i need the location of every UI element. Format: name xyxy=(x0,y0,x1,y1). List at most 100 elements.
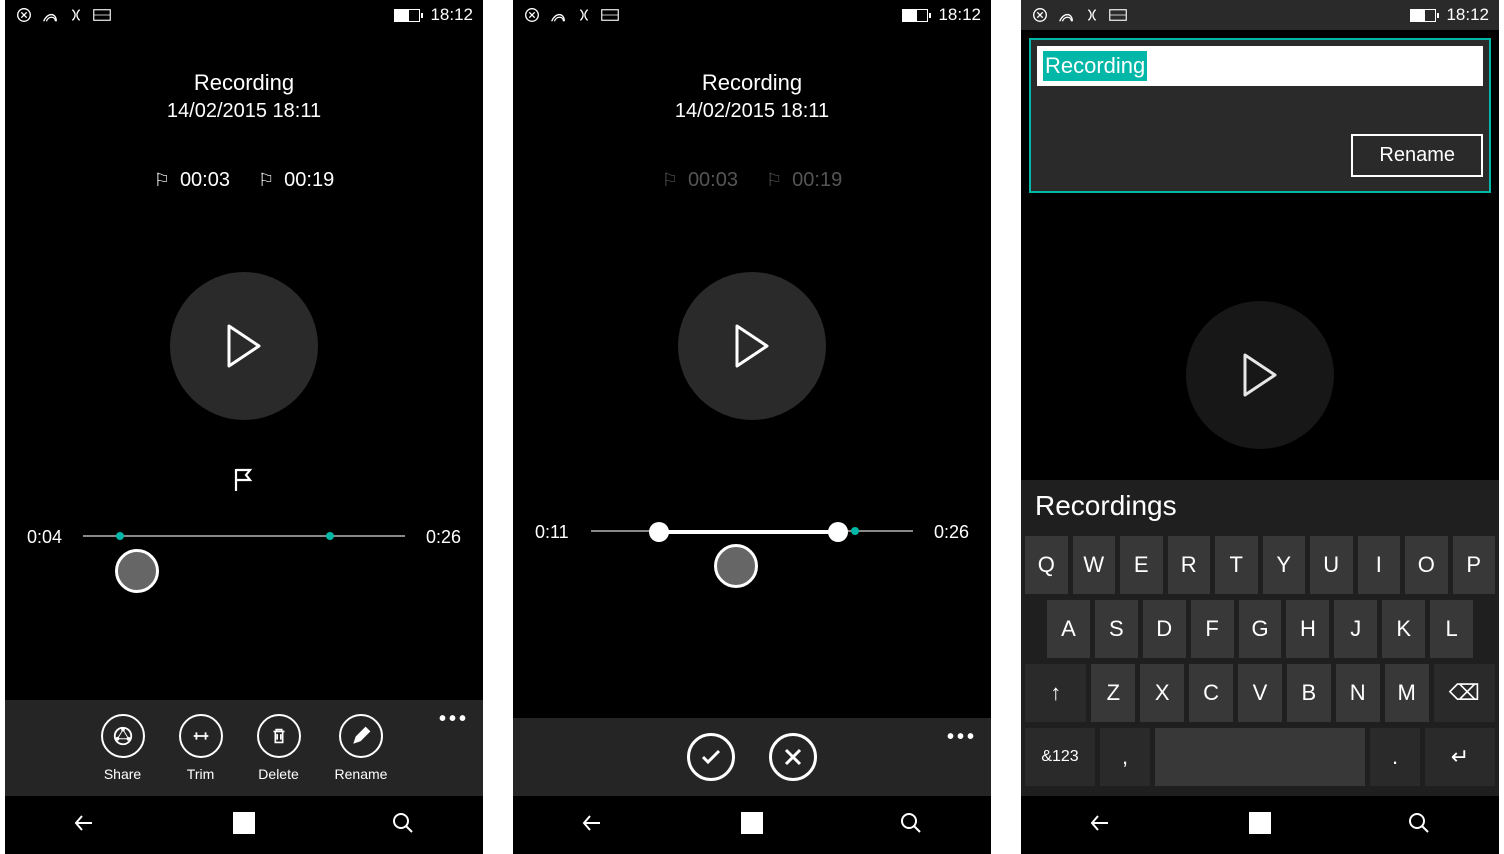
start-button[interactable] xyxy=(739,810,765,841)
key-w[interactable]: W xyxy=(1073,536,1116,594)
flag-item[interactable]: ⚐ 00:19 xyxy=(258,169,334,192)
key-f[interactable]: F xyxy=(1191,600,1234,658)
key-i[interactable]: I xyxy=(1358,536,1401,594)
flag-item: ⚐ 00:19 xyxy=(766,169,842,192)
trim-app-bar: ••• xyxy=(513,718,991,796)
battery-icon xyxy=(394,9,420,22)
nfc-icon xyxy=(575,6,593,24)
recording-header: Recording 14/02/2015 18:11 xyxy=(5,30,483,123)
key-l[interactable]: L xyxy=(1430,600,1473,658)
add-flag-button[interactable] xyxy=(5,466,483,499)
key-enter[interactable]: ↵ xyxy=(1425,728,1495,786)
current-time: 0:04 xyxy=(27,527,75,548)
key-backspace[interactable]: ⌫ xyxy=(1434,664,1495,722)
key-e[interactable]: E xyxy=(1120,536,1163,594)
search-button[interactable] xyxy=(1406,810,1432,841)
key-k[interactable]: K xyxy=(1382,600,1425,658)
key-p[interactable]: P xyxy=(1453,536,1496,594)
key-q[interactable]: Q xyxy=(1025,536,1068,594)
flag-time: 00:03 xyxy=(180,169,230,192)
key-d[interactable]: D xyxy=(1143,600,1186,658)
nfc-icon xyxy=(67,6,85,24)
rename-confirm-button[interactable]: Rename xyxy=(1351,134,1483,177)
flag-markers-dimmed: ⚐ 00:03 ⚐ 00:19 xyxy=(513,169,991,192)
total-time: 0:26 xyxy=(413,527,461,548)
key-j[interactable]: J xyxy=(1334,600,1377,658)
search-button[interactable] xyxy=(898,810,924,841)
rename-dialog: Recording Rename xyxy=(1029,38,1491,193)
key-g[interactable]: G xyxy=(1239,600,1282,658)
recording-date: 14/02/2015 18:11 xyxy=(513,100,991,123)
key-comma[interactable]: , xyxy=(1100,728,1150,786)
flag-icon: ⚐ xyxy=(258,170,274,191)
key-u[interactable]: U xyxy=(1310,536,1353,594)
timeline: 0:04 0:26 xyxy=(5,527,483,579)
rename-input[interactable]: Recording xyxy=(1037,46,1483,86)
key-a[interactable]: A xyxy=(1047,600,1090,658)
search-button[interactable] xyxy=(390,810,416,841)
key-o[interactable]: O xyxy=(1405,536,1448,594)
play-button[interactable] xyxy=(678,272,826,420)
trim-button[interactable]: Trim xyxy=(179,714,223,782)
keyboard-status-icon xyxy=(601,6,619,24)
key-x[interactable]: X xyxy=(1140,664,1184,722)
more-button[interactable]: ••• xyxy=(439,708,469,731)
track-slider[interactable] xyxy=(75,527,413,579)
key-t[interactable]: T xyxy=(1215,536,1258,594)
share-label: Share xyxy=(104,766,141,782)
key-b[interactable]: B xyxy=(1287,664,1331,722)
flag-icon: ⚐ xyxy=(154,170,170,191)
signal-icon xyxy=(41,6,59,24)
key-numbers[interactable]: &123 xyxy=(1025,728,1095,786)
trim-start-handle[interactable] xyxy=(649,522,669,542)
key-v[interactable]: V xyxy=(1238,664,1282,722)
trim-label: Trim xyxy=(187,766,214,782)
share-button[interactable]: Share xyxy=(101,714,145,782)
back-button[interactable] xyxy=(1088,810,1114,841)
playhead-handle[interactable] xyxy=(115,549,159,593)
current-time: 0:11 xyxy=(535,522,583,543)
key-z[interactable]: Z xyxy=(1091,664,1135,722)
back-button[interactable] xyxy=(72,810,98,841)
recording-date: 14/02/2015 18:11 xyxy=(5,100,483,123)
key-h[interactable]: H xyxy=(1286,600,1329,658)
track-marker xyxy=(116,532,124,540)
keyboard-status-icon xyxy=(93,6,111,24)
rename-button[interactable]: Rename xyxy=(335,714,388,782)
start-button[interactable] xyxy=(1247,810,1273,841)
key-period[interactable]: . xyxy=(1370,728,1420,786)
key-s[interactable]: S xyxy=(1095,600,1138,658)
flag-icon: ⚐ xyxy=(662,170,678,191)
recording-title: Recording xyxy=(513,70,991,96)
confirm-trim-button[interactable] xyxy=(687,733,735,781)
status-time: 18:12 xyxy=(1446,5,1489,25)
flag-item[interactable]: ⚐ 00:03 xyxy=(154,169,230,192)
recording-title: Recording xyxy=(5,70,483,96)
suggestion-bar[interactable]: Recordings xyxy=(1021,480,1499,532)
vibrate-icon xyxy=(15,6,33,24)
vibrate-icon xyxy=(1031,6,1049,24)
trim-slider[interactable] xyxy=(583,522,921,574)
screen-playback: 18:12 Recording 14/02/2015 18:11 ⚐ 00:03… xyxy=(5,0,483,854)
screen-trim: 18:12 Recording 14/02/2015 18:11 ⚐ 00:03… xyxy=(513,0,991,854)
more-button[interactable]: ••• xyxy=(947,726,977,749)
key-n[interactable]: N xyxy=(1336,664,1380,722)
playhead-handle[interactable] xyxy=(714,544,758,588)
key-y[interactable]: Y xyxy=(1263,536,1306,594)
key-m[interactable]: M xyxy=(1385,664,1429,722)
key-shift[interactable]: ↑ xyxy=(1025,664,1086,722)
flag-time: 00:03 xyxy=(688,169,738,192)
delete-button[interactable]: Delete xyxy=(257,714,301,782)
trim-end-handle[interactable] xyxy=(828,522,848,542)
status-bar: 18:12 xyxy=(1021,0,1499,30)
back-button[interactable] xyxy=(580,810,606,841)
play-button[interactable] xyxy=(170,272,318,420)
key-c[interactable]: C xyxy=(1189,664,1233,722)
key-space[interactable] xyxy=(1155,728,1365,786)
cancel-trim-button[interactable] xyxy=(769,733,817,781)
track-marker xyxy=(326,532,334,540)
start-button[interactable] xyxy=(231,810,257,841)
key-r[interactable]: R xyxy=(1168,536,1211,594)
status-time: 18:12 xyxy=(430,5,473,25)
battery-icon xyxy=(1410,9,1436,22)
